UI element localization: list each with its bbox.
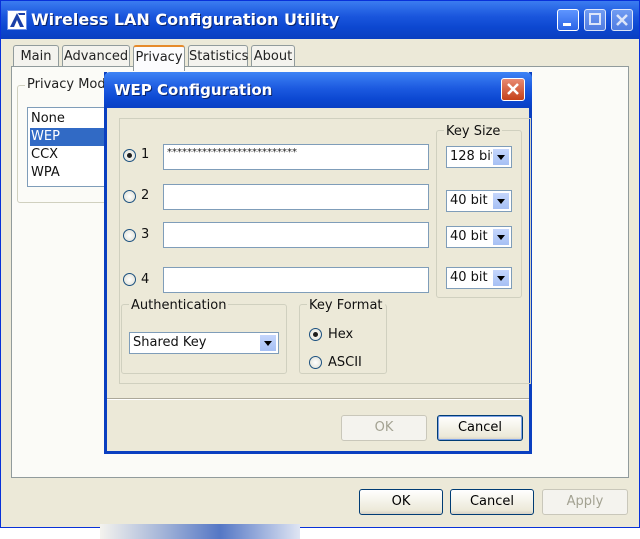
- window-title: Wireless LAN Configuration Utility: [31, 10, 340, 29]
- key-3-size-select[interactable]: 40 bit: [446, 226, 512, 248]
- close-button-disabled[interactable]: [611, 9, 633, 31]
- dialog-ok-button[interactable]: OK: [341, 415, 427, 441]
- main-titlebar[interactable]: Wireless LAN Configuration Utility: [1, 1, 639, 39]
- tab-about[interactable]: About: [251, 45, 295, 67]
- authentication-legend: Authentication: [129, 298, 229, 313]
- main-apply-button[interactable]: Apply: [542, 489, 628, 515]
- tab-privacy[interactable]: Privacy: [133, 45, 185, 71]
- key-3-size-value: 40 bit: [450, 229, 488, 244]
- key-1-size-select[interactable]: 128 bit: [446, 146, 512, 168]
- key-2-radio[interactable]: [123, 190, 136, 203]
- tab-statistics[interactable]: Statistics: [188, 45, 248, 67]
- dialog-separator: [107, 398, 529, 400]
- taskbar-fragment: [100, 524, 300, 539]
- key-2-size-select[interactable]: 40 bit: [446, 190, 512, 212]
- wep-dialog-title: WEP Configuration: [114, 81, 273, 99]
- hex-radio[interactable]: [309, 328, 322, 341]
- tab-main[interactable]: Main: [13, 45, 59, 67]
- main-ok-button[interactable]: OK: [359, 489, 443, 515]
- key-4-input[interactable]: [163, 267, 429, 293]
- app-logo-icon: [7, 10, 27, 30]
- hex-label: Hex: [328, 327, 354, 342]
- authentication-select[interactable]: Shared Key: [129, 332, 279, 354]
- chevron-down-icon[interactable]: [492, 148, 510, 166]
- key-1-label: 1: [141, 147, 150, 162]
- maximize-button[interactable]: [584, 9, 606, 31]
- key-1-input[interactable]: **************************: [163, 144, 429, 170]
- key-4-label: 4: [141, 272, 150, 287]
- authentication-value: Shared Key: [133, 335, 207, 350]
- key-4-size-value: 40 bit: [450, 270, 488, 285]
- chevron-down-icon[interactable]: [492, 228, 510, 246]
- tab-advanced[interactable]: Advanced: [62, 45, 130, 67]
- key-4-radio[interactable]: [123, 273, 136, 286]
- chevron-down-icon[interactable]: [492, 192, 510, 210]
- wep-configuration-dialog: WEP Configuration 1 ********************…: [104, 72, 532, 454]
- key-size-legend: Key Size: [444, 124, 503, 139]
- dialog-cancel-button[interactable]: Cancel: [437, 415, 523, 441]
- chevron-down-icon[interactable]: [259, 334, 277, 352]
- key-1-size-value: 128 bit: [450, 149, 496, 164]
- minimize-button[interactable]: [557, 9, 579, 31]
- ascii-label: ASCII: [328, 355, 362, 370]
- main-cancel-button[interactable]: Cancel: [450, 489, 534, 515]
- chevron-down-icon[interactable]: [492, 269, 510, 287]
- key-1-radio[interactable]: [123, 149, 136, 162]
- key-2-label: 2: [141, 188, 150, 203]
- dialog-close-button[interactable]: [501, 78, 525, 101]
- key-3-input[interactable]: [163, 222, 429, 248]
- key-3-label: 3: [141, 227, 150, 242]
- wep-dialog-titlebar[interactable]: WEP Configuration: [104, 72, 532, 108]
- key-3-radio[interactable]: [123, 229, 136, 242]
- key-format-legend: Key Format: [307, 298, 385, 313]
- key-4-size-select[interactable]: 40 bit: [446, 267, 512, 289]
- key-2-size-value: 40 bit: [450, 193, 488, 208]
- key-2-input[interactable]: [163, 184, 429, 210]
- ascii-radio[interactable]: [309, 356, 322, 369]
- privacy-mode-legend: Privacy Mode: [25, 77, 116, 92]
